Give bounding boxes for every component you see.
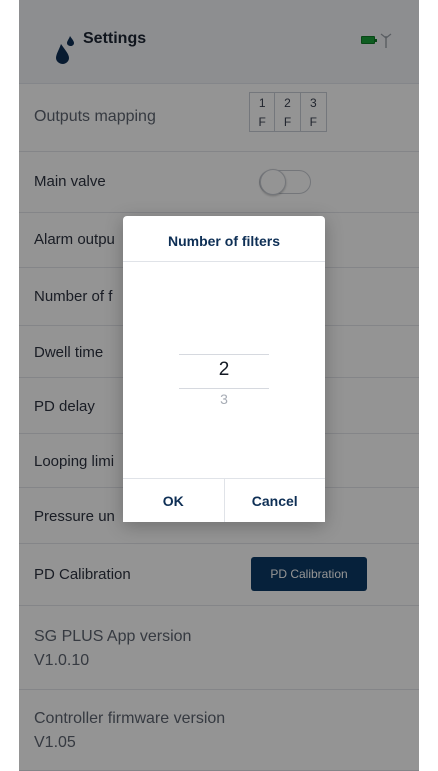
dialog-title: Number of filters: [123, 216, 325, 262]
ok-button[interactable]: OK: [123, 479, 225, 522]
settings-screen: Settings Outputs mapping 1 2 3 F F F Mai…: [19, 0, 419, 771]
cancel-button[interactable]: Cancel: [224, 479, 325, 522]
picker-divider: [179, 354, 269, 355]
picker-next-value[interactable]: 3: [179, 391, 269, 407]
picker-divider: [179, 388, 269, 389]
picker-selected-value[interactable]: 2: [179, 359, 269, 381]
dialog-actions: OK Cancel: [123, 478, 325, 522]
number-of-filters-dialog: Number of filters 2 3 OK Cancel: [123, 216, 325, 522]
